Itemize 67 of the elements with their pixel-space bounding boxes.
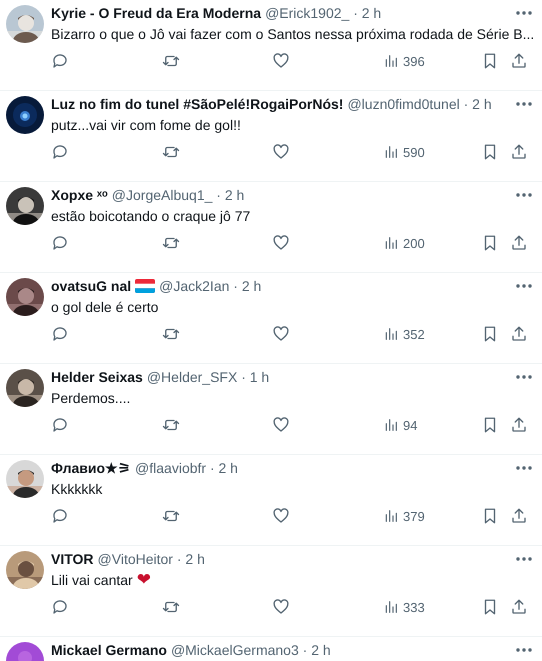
more-icon[interactable] bbox=[516, 557, 532, 561]
reply-icon[interactable] bbox=[51, 507, 69, 525]
more-icon[interactable] bbox=[516, 102, 532, 106]
bar-chart-icon[interactable] bbox=[383, 507, 399, 525]
handle-and-time: @VitoHeitor · 2 h bbox=[98, 551, 205, 567]
view-count: 379 bbox=[403, 508, 425, 524]
reply-icon[interactable] bbox=[51, 52, 69, 70]
view-count: 352 bbox=[403, 326, 425, 342]
reply-text: putz...vai vir com fome de gol!! bbox=[51, 117, 241, 133]
view-count: 396 bbox=[403, 54, 425, 68]
bar-chart-icon[interactable] bbox=[383, 598, 399, 616]
share-icon[interactable] bbox=[510, 234, 528, 252]
reply-text: Perdemos.... bbox=[51, 390, 130, 406]
like-icon[interactable] bbox=[272, 143, 290, 161]
user-name[interactable]: Kyrie - O Freud da Era Moderna bbox=[51, 5, 262, 21]
bar-chart-icon[interactable] bbox=[383, 325, 399, 343]
view-count: 333 bbox=[403, 600, 425, 614]
like-icon[interactable] bbox=[272, 325, 290, 343]
view-count: 94 bbox=[403, 418, 418, 432]
bar-chart-icon[interactable] bbox=[383, 234, 399, 252]
handle-and-time: @Helder_SFX · 1 h bbox=[146, 369, 270, 385]
reply-icon[interactable] bbox=[51, 416, 69, 434]
more-icon[interactable] bbox=[516, 11, 532, 15]
user-name[interactable]: VITOR bbox=[51, 551, 94, 567]
more-icon[interactable] bbox=[516, 466, 532, 470]
handle-and-time: @JorgeAlbuq1_ · 2 h bbox=[112, 187, 244, 203]
user-name[interactable]: Luz no fim do tunel #SãoPelé!RogaiPorNós! bbox=[51, 96, 344, 112]
share-icon[interactable] bbox=[510, 416, 528, 434]
user-name[interactable]: Xopxe ˣᵒ bbox=[51, 187, 108, 203]
heart-emoji: ❤ bbox=[136, 570, 151, 590]
reply-icon[interactable] bbox=[51, 325, 69, 343]
like-icon[interactable] bbox=[272, 507, 290, 525]
view-count: 590 bbox=[403, 144, 425, 160]
user-name[interactable]: Helder Seixas bbox=[51, 369, 143, 385]
handle-and-time: @flaaviobfr · 2 h bbox=[135, 460, 238, 476]
user-name[interactable]: ovatsuG nal bbox=[51, 278, 132, 294]
reply-text: Lili vai cantar bbox=[51, 572, 133, 588]
reply-text: estão boicotando o craque jô 77 bbox=[51, 208, 250, 224]
bar-chart-icon[interactable] bbox=[383, 143, 399, 161]
reply-text: Bizarro o que o Jô vai fazer com o Santos nessa próxima rodada de Série B... bbox=[51, 26, 534, 42]
share-icon[interactable] bbox=[510, 52, 528, 70]
like-icon[interactable] bbox=[272, 234, 290, 252]
share-icon[interactable] bbox=[510, 325, 528, 343]
share-icon[interactable] bbox=[510, 598, 528, 616]
reply-text: Kkkkkkk bbox=[51, 481, 102, 497]
handle-and-time: @Jack2Ian · 2 h bbox=[159, 278, 262, 294]
bar-chart-icon[interactable] bbox=[383, 416, 399, 434]
reply-icon[interactable] bbox=[51, 234, 69, 252]
share-icon[interactable] bbox=[510, 143, 528, 161]
more-icon[interactable] bbox=[516, 284, 532, 288]
reply-text: o gol dele é certo bbox=[51, 299, 158, 315]
like-icon[interactable] bbox=[272, 598, 290, 616]
like-icon[interactable] bbox=[272, 416, 290, 434]
user-name[interactable]: Mickael Germano bbox=[51, 642, 167, 658]
handle-and-time: @luzn0fimd0tunel · 2 h bbox=[347, 96, 492, 112]
user-name[interactable]: Флавио★⚞ bbox=[51, 460, 132, 476]
bar-chart-icon[interactable] bbox=[383, 52, 399, 70]
more-icon[interactable] bbox=[516, 375, 532, 379]
handle-and-time: @Erick1902_ · 2 h bbox=[265, 5, 382, 21]
reply-icon[interactable] bbox=[51, 598, 69, 616]
more-icon[interactable] bbox=[516, 193, 532, 197]
like-icon[interactable] bbox=[272, 52, 290, 70]
more-icon[interactable] bbox=[516, 648, 532, 652]
share-icon[interactable] bbox=[510, 507, 528, 525]
view-count: 200 bbox=[403, 236, 425, 250]
reply-icon[interactable] bbox=[51, 143, 69, 161]
handle-and-time: @MickaelGermano3 · 2 h bbox=[170, 642, 331, 658]
